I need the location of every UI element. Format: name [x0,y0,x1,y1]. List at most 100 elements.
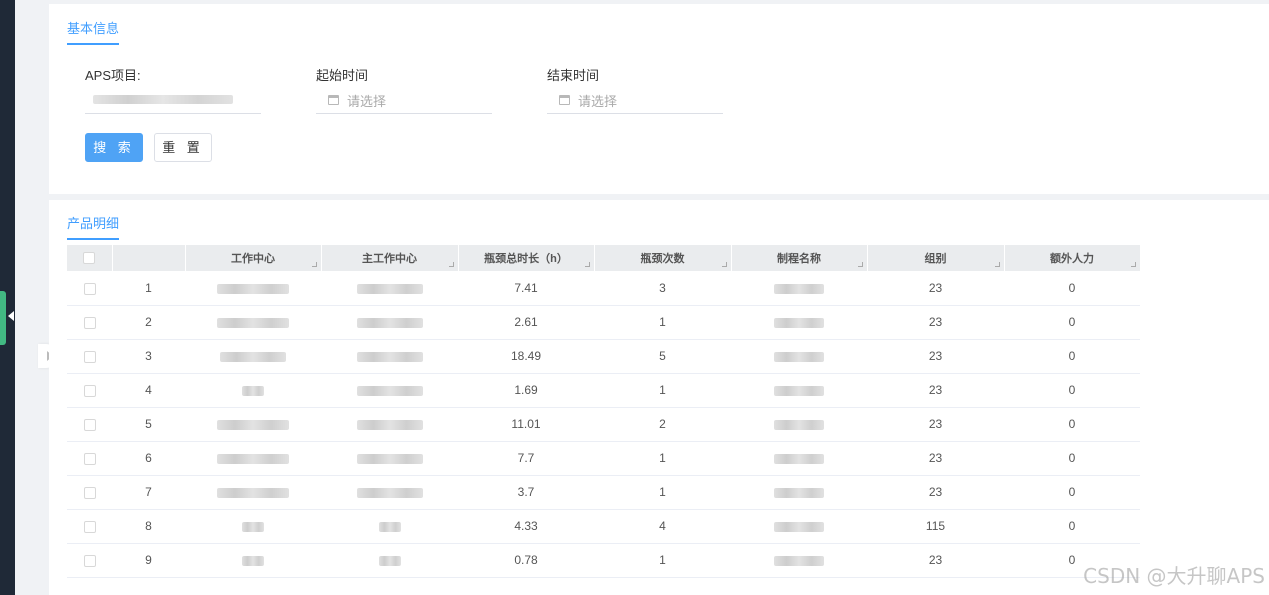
extra-manpower-cell: 0 [1004,441,1140,476]
bottleneck-duration-cell: 18.49 [458,339,594,374]
column-resize-icon[interactable] [1130,262,1136,267]
extra-manpower-cell: 0 [1004,509,1140,544]
masked-value [356,487,423,498]
bottleneck-count-header[interactable]: 瓶颈次数 [594,245,732,271]
aps-project-input[interactable] [85,88,261,114]
masked-value [217,453,289,464]
table-row[interactable]: 5 11.01 2 23 0 [67,407,1140,442]
row-select-cell[interactable] [67,441,112,476]
table-row[interactable]: 2 2.61 1 23 0 [67,305,1140,340]
masked-value [356,351,423,362]
group-cell: 23 [867,373,1004,408]
column-resize-icon[interactable] [994,262,1000,267]
select-all-checkbox[interactable] [83,252,96,265]
masked-value [217,283,289,294]
column-resize-icon[interactable] [311,262,317,267]
masked-value [774,283,824,294]
masked-value [356,419,423,430]
row-select-cell[interactable] [67,305,112,340]
row-checkbox[interactable] [83,452,96,465]
row-index-cell: 8 [112,509,185,544]
bottleneck-count-cell: 1 [594,441,731,476]
masked-value [220,351,286,362]
column-resize-icon[interactable] [721,262,727,267]
bottleneck-duration-cell: 3.7 [458,475,594,510]
table-row[interactable]: 6 7.7 1 23 0 [67,441,1140,476]
row-select-cell[interactable] [67,407,112,442]
table-row[interactable]: 4 1.69 1 23 0 [67,373,1140,408]
masked-value [378,521,401,532]
row-select-cell[interactable] [67,271,112,306]
row-checkbox[interactable] [83,520,96,533]
bottleneck-count-cell: 1 [594,305,731,340]
row-select-cell[interactable] [67,373,112,408]
masked-value [774,419,824,430]
main-work-center-cell [321,475,458,510]
sidebar-active-tab[interactable] [0,291,6,345]
extra-manpower-header[interactable]: 额外人力 [1004,245,1141,271]
reset-button[interactable]: 重 置 [154,133,212,162]
masked-value [242,555,264,566]
table-row[interactable]: 9 0.78 1 23 0 [67,543,1140,578]
row-checkbox[interactable] [83,554,96,567]
search-button[interactable]: 搜 索 [85,133,143,162]
sidebar [0,0,15,595]
row-checkbox[interactable] [83,486,96,499]
masked-value [217,317,289,328]
content-gutter [15,0,58,595]
bottleneck-count-cell: 3 [594,271,731,306]
table-row[interactable]: 8 4.33 4 115 0 [67,509,1140,544]
process-name-cell [731,339,867,374]
end-time-placeholder: 请选择 [578,94,618,109]
main-work-center-header[interactable]: 主工作中心 [321,245,459,271]
index-header [112,245,186,271]
process-name-cell [731,441,867,476]
group-cell: 23 [867,305,1004,340]
process-name-cell [731,271,867,306]
masked-project-value [93,95,233,104]
column-resize-icon[interactable] [448,262,454,267]
masked-value [774,317,824,328]
end-time-picker[interactable]: 请选择 [547,88,723,114]
column-resize-icon[interactable] [584,262,590,267]
process-name-header[interactable]: 制程名称 [731,245,868,271]
process-name-cell [731,407,867,442]
row-select-cell[interactable] [67,339,112,374]
product-table: 工作中心 主工作中心 瓶颈总时长（h） 瓶颈次数 制程名称 组别 额外人力 17… [67,245,1141,578]
start-time-picker[interactable]: 请选择 [316,88,492,114]
caret-left-icon[interactable] [8,311,14,321]
column-resize-icon[interactable] [857,262,863,267]
work-center-header[interactable]: 工作中心 [185,245,322,271]
select-all-header[interactable] [67,245,113,271]
bottleneck-duration-cell: 4.33 [458,509,594,544]
table-row[interactable]: 3 18.49 5 23 0 [67,339,1140,374]
work-center-cell [185,407,321,442]
aps-project-label: APS项目: [85,68,141,83]
bottleneck-duration-cell: 7.41 [458,271,594,306]
row-select-cell[interactable] [67,509,112,544]
masked-value [356,385,423,396]
process-name-cell [731,305,867,340]
bottleneck-duration-cell: 1.69 [458,373,594,408]
group-cell: 23 [867,441,1004,476]
group-header[interactable]: 组别 [867,245,1005,271]
row-checkbox[interactable] [83,316,96,329]
row-select-cell[interactable] [67,543,112,578]
bottleneck-duration-cell: 2.61 [458,305,594,340]
tab-basic-info[interactable]: 基本信息 [67,18,120,45]
main-work-center-cell [321,305,458,340]
row-checkbox[interactable] [83,418,96,431]
row-checkbox[interactable] [83,384,96,397]
row-index-cell: 6 [112,441,185,476]
row-checkbox[interactable] [83,350,96,363]
table-row[interactable]: 7 3.7 1 23 0 [67,475,1140,510]
row-index-cell: 1 [112,271,185,306]
calendar-icon [559,95,570,105]
row-checkbox[interactable] [83,282,96,295]
extra-manpower-cell: 0 [1004,407,1140,442]
bottleneck-duration-header[interactable]: 瓶颈总时长（h） [458,245,595,271]
calendar-icon [328,95,339,105]
table-row[interactable]: 1 7.41 3 23 0 [67,271,1140,306]
row-select-cell[interactable] [67,475,112,510]
tab-product-detail[interactable]: 产品明细 [67,213,120,240]
